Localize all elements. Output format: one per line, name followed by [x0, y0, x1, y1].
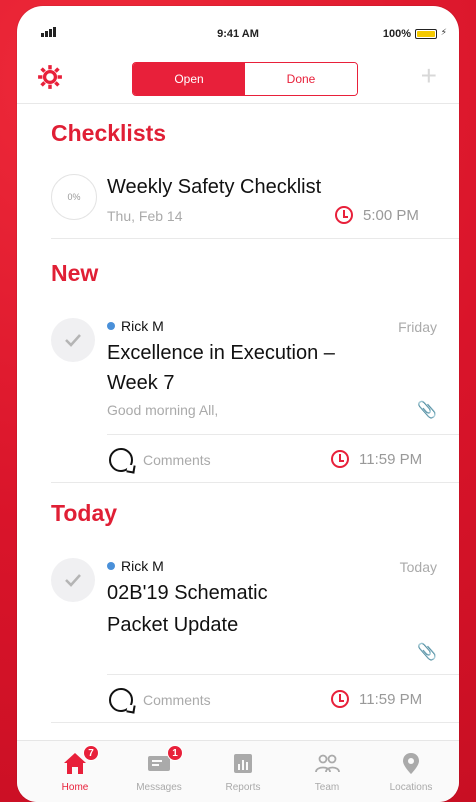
section-title-checklists: Checklists	[51, 120, 167, 146]
segment-done[interactable]: Done	[245, 63, 357, 95]
item-title-line2: Packet Update	[107, 614, 239, 636]
item-day: Today	[399, 559, 437, 575]
home-badge: 7	[83, 745, 99, 761]
tab-locations[interactable]: Locations	[371, 741, 451, 802]
tab-reports[interactable]: Reports	[203, 741, 283, 802]
checkmark-icon	[65, 334, 81, 347]
author: Rick M	[107, 318, 164, 334]
item-title-line1: 02B'19 Schematic	[107, 582, 268, 604]
top-bar: Open Done +	[17, 52, 459, 104]
team-icon	[315, 754, 340, 773]
section-title-today: Today	[51, 500, 118, 526]
comments-link[interactable]: Comments	[143, 452, 211, 468]
paperclip-icon: 📎	[417, 402, 437, 419]
charging-icon: ⚡	[440, 27, 447, 37]
add-button[interactable]: +	[421, 62, 437, 90]
author-name: Rick M	[121, 558, 164, 574]
checklist-due-time: 5:00 PM	[363, 207, 419, 224]
tab-label: Team	[314, 782, 340, 793]
divider	[51, 482, 459, 483]
checkmark-icon	[65, 574, 81, 587]
check-circle[interactable]	[51, 558, 95, 602]
open-done-segmented-control: Open Done	[132, 62, 358, 96]
status-bar: 9:41 AM 100% ⚡	[17, 24, 459, 44]
tab-bar: 7 Home 1 Messages Reports Team Locations	[17, 740, 459, 802]
reports-icon	[234, 754, 252, 773]
location-pin-icon	[403, 753, 419, 774]
clock-icon	[331, 450, 349, 468]
comment-icon[interactable]	[109, 688, 133, 712]
battery-icon	[415, 29, 437, 39]
unread-dot	[107, 322, 115, 330]
section-title-new: New	[51, 260, 99, 286]
comments-link[interactable]: Comments	[143, 692, 211, 708]
gear-icon[interactable]	[37, 64, 63, 90]
messages-badge: 1	[167, 745, 183, 761]
paperclip-icon: 📎	[417, 644, 437, 661]
tab-label: Messages	[136, 782, 182, 793]
progress-ring: 0%	[51, 174, 97, 220]
segment-open[interactable]: Open	[133, 63, 245, 95]
phone-screen: 9:41 AM 100% ⚡ Open Done + Checklists 0%…	[17, 6, 459, 802]
item-title-line1: Excellence in Execution –	[107, 342, 335, 364]
tab-label: Reports	[225, 782, 261, 793]
unread-dot	[107, 562, 115, 570]
item-due-time: 11:59 PM	[359, 451, 423, 468]
item-preview: Good morning All,	[107, 402, 219, 418]
divider	[51, 238, 459, 239]
clock-icon	[331, 690, 349, 708]
item-day: Friday	[398, 319, 437, 335]
tab-label: Home	[61, 782, 89, 793]
battery-percent: 100%	[382, 28, 411, 40]
tab-label: Locations	[389, 782, 433, 793]
divider	[51, 722, 459, 723]
divider	[107, 434, 459, 435]
item-title-line2: Week 7	[107, 372, 175, 394]
author-name: Rick M	[121, 318, 164, 334]
tab-team[interactable]: Team	[287, 741, 367, 802]
divider	[107, 674, 459, 675]
item-due-time: 11:59 PM	[359, 691, 423, 708]
clock-icon	[335, 206, 353, 224]
author: Rick M	[107, 558, 164, 574]
checklist-title: Weekly Safety Checklist	[107, 176, 322, 198]
tab-messages[interactable]: 1 Messages	[119, 741, 199, 802]
checklist-date: Thu, Feb 14	[107, 208, 183, 224]
tab-home[interactable]: 7 Home	[35, 741, 115, 802]
comment-icon[interactable]	[109, 448, 133, 472]
check-circle[interactable]	[51, 318, 95, 362]
